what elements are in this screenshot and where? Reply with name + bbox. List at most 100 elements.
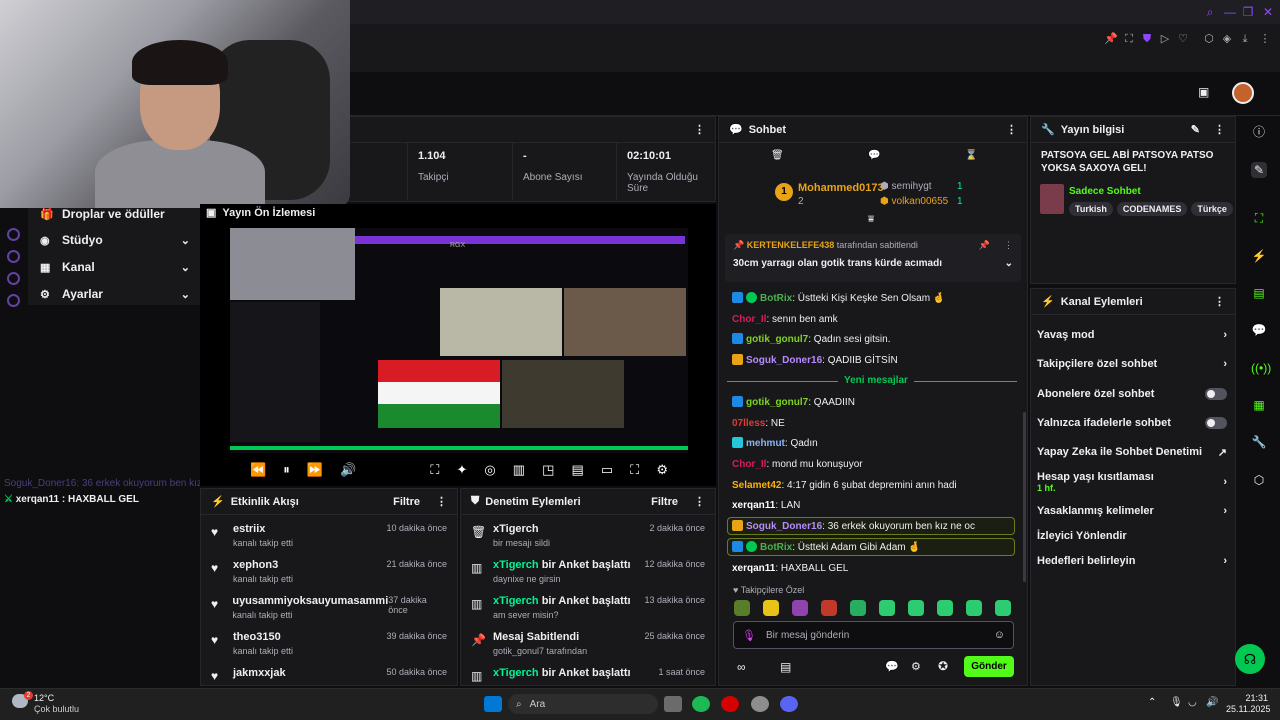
play-icon[interactable]: ▷ bbox=[1158, 32, 1172, 46]
crop-icon[interactable]: ⛶ bbox=[1251, 210, 1267, 226]
speaker-icon[interactable]: 🔊 bbox=[1206, 697, 1218, 708]
emote-icon[interactable] bbox=[937, 600, 953, 616]
rail-icon[interactable] bbox=[7, 272, 20, 285]
info-icon[interactable]: ⓘ bbox=[1251, 124, 1267, 140]
emote-icon[interactable] bbox=[879, 600, 895, 616]
action-followers-only[interactable]: Takipçilere özel sohbet › bbox=[1037, 354, 1227, 374]
stats-menu-icon[interactable]: ⋮ bbox=[694, 123, 705, 136]
chat-scrollbar[interactable] bbox=[1023, 412, 1026, 582]
file-explorer-icon[interactable] bbox=[664, 696, 682, 712]
pause-icon[interactable]: ⏸ bbox=[283, 462, 290, 478]
spotify-icon[interactable] bbox=[692, 696, 710, 712]
emote-icon[interactable] bbox=[995, 600, 1011, 616]
trash-icon[interactable]: 🗑 bbox=[771, 150, 784, 161]
shield-icon[interactable]: ⛊ bbox=[1140, 32, 1154, 46]
chat-icon[interactable]: 💬 bbox=[1251, 322, 1267, 338]
chat-message[interactable]: gotik_gonul7: QAADIIN bbox=[732, 396, 855, 409]
rail-icon[interactable] bbox=[7, 294, 20, 307]
tag[interactable]: Türkçe bbox=[1191, 202, 1233, 216]
emoji-icon[interactable]: ☺ bbox=[994, 629, 1005, 641]
discord-icon[interactable] bbox=[780, 696, 798, 712]
action-slow-mode[interactable]: Yavaş mod › bbox=[1037, 325, 1227, 345]
menu-dots-icon[interactable]: ⋮ bbox=[436, 495, 447, 508]
tag[interactable]: CODENAMES bbox=[1116, 202, 1188, 216]
emote-icon[interactable] bbox=[850, 600, 866, 616]
chat-message[interactable]: BotRix: Üstteki Adam Gibi Adam 🤞 bbox=[732, 541, 921, 554]
chat-message[interactable]: Selamet42: 4:17 gidin 6 şubat depremini … bbox=[732, 479, 957, 492]
action-ai-moderation[interactable]: Yapay Zeka ile Sohbet Denetimi ↗ bbox=[1037, 442, 1227, 462]
leaderboard-top-name[interactable]: Mohammed0173 bbox=[798, 182, 884, 194]
badge-icon[interactable]: ✪ bbox=[938, 659, 948, 673]
category-image[interactable] bbox=[1040, 184, 1064, 214]
activity-item[interactable]: ♥ uyusammiyoksauyumasammi kanalı takip ett… bbox=[201, 595, 457, 631]
support-button[interactable]: ☊ bbox=[1235, 644, 1265, 674]
progress-bar[interactable] bbox=[230, 446, 688, 450]
hourglass-icon[interactable]: ⌛ bbox=[965, 150, 977, 161]
preview-video[interactable]: RGX bbox=[230, 228, 688, 453]
chat-message[interactable]: xerqan11: HAXBALL GEL bbox=[732, 562, 848, 575]
chat-message[interactable]: xerqan11: LAN bbox=[732, 499, 800, 512]
minimize-icon[interactable]: — bbox=[1223, 5, 1237, 19]
moderation-item[interactable]: 📌 Mesaj Sabitlendi gotik_gonul7 tarafından… bbox=[461, 631, 715, 667]
pinned-message[interactable]: 📌 KERTENKELEFE438 tarafından sabitlendi … bbox=[725, 234, 1021, 282]
chat-bubble-icon[interactable]: 💬 bbox=[885, 660, 899, 673]
tag[interactable]: Turkish bbox=[1069, 202, 1113, 216]
wifi-icon[interactable]: ◡ bbox=[1188, 697, 1197, 708]
taskbar-search[interactable]: ⌕ Ara bbox=[508, 694, 658, 714]
chevron-up-icon[interactable]: ⌃ bbox=[1148, 697, 1156, 708]
volume-icon[interactable]: 🔊 bbox=[340, 462, 356, 478]
clock-date[interactable]: 25.11.2025 bbox=[1226, 704, 1270, 714]
emote-icon[interactable] bbox=[908, 600, 924, 616]
moderation-item[interactable]: ▥ xTigerch bir Anket başlattı am sever mis… bbox=[461, 595, 715, 631]
avatar[interactable] bbox=[1232, 82, 1254, 104]
activity-filter-button[interactable]: Filtre bbox=[393, 496, 420, 508]
emote-icon[interactable] bbox=[821, 600, 837, 616]
menu-dots-icon[interactable]: ⋮ bbox=[1214, 123, 1225, 136]
chat-message[interactable]: Soguk_Doner16: 36 erkek okuyorum ben kız… bbox=[732, 520, 975, 533]
expand-icon[interactable]: ⩸ bbox=[868, 214, 874, 225]
unpin-icon[interactable]: 📌 bbox=[979, 240, 990, 251]
forward-icon[interactable]: ⏩ bbox=[307, 462, 323, 478]
action-subs-only[interactable]: Abonelere özel sohbet bbox=[1037, 384, 1227, 404]
action-banned-words[interactable]: Yasaklanmış kelimeler › bbox=[1037, 501, 1227, 521]
chat-message[interactable]: Soguk_Doner16: QADIIB GİTSİN bbox=[732, 354, 898, 367]
emote-icon[interactable] bbox=[966, 600, 982, 616]
action-goals[interactable]: Hedefleri belirleyin › bbox=[1037, 551, 1227, 571]
nav-settings[interactable]: ⚙ Ayarlar ⌄ bbox=[40, 285, 190, 303]
download-icon[interactable]: ⤓ bbox=[1238, 32, 1252, 46]
category-name[interactable]: Sadece Sohbet bbox=[1069, 186, 1141, 197]
emote-icon[interactable] bbox=[763, 600, 779, 616]
edit-icon[interactable]: ✎ bbox=[1251, 162, 1267, 178]
emote-only-toggle[interactable] bbox=[1205, 417, 1227, 429]
mic-icon[interactable]: 🎙 bbox=[742, 629, 756, 642]
pin-icon[interactable]: 📌 bbox=[1104, 32, 1118, 46]
crop-icon[interactable]: ⛶ bbox=[1122, 32, 1136, 46]
sparkle-icon[interactable]: ✦ bbox=[456, 462, 467, 478]
nav-channel[interactable]: ▦ Kanal ⌄ bbox=[40, 258, 190, 276]
action-account-age[interactable]: Hesap yaşı kısıtlaması 1 hf. › bbox=[1037, 470, 1227, 494]
heart-icon[interactable]: ♡ bbox=[1176, 32, 1190, 46]
chevron-down-icon[interactable]: ⌄ bbox=[1005, 258, 1013, 269]
chat-message[interactable]: mehmut: Qadın bbox=[732, 437, 818, 450]
chat-message[interactable]: BotRix: Üstteki Kişi Keşke Sen Olsam 🤞 bbox=[732, 292, 945, 305]
crop-icon[interactable]: ⛶ bbox=[430, 462, 439, 478]
mic-icon[interactable]: 🎙 bbox=[1170, 697, 1183, 708]
rail-icon[interactable] bbox=[7, 228, 20, 241]
broadcast-icon[interactable]: ((•)) bbox=[1251, 360, 1271, 376]
chat-input[interactable]: 🎙 Bir mesaj gönderin ☺ bbox=[733, 621, 1014, 649]
chat-message[interactable]: 07lless: NE bbox=[732, 417, 785, 430]
search-icon[interactable]: ⌕ bbox=[1203, 5, 1217, 19]
chat-message[interactable]: gotik_gonul7: Qadın sesi gitsin. bbox=[732, 333, 891, 346]
gear-icon[interactable]: ⚙ bbox=[911, 660, 921, 673]
layout-icon[interactable]: ▦ bbox=[1251, 397, 1267, 413]
menu-dots-icon[interactable]: ⋮ bbox=[1006, 123, 1017, 136]
moderation-item[interactable]: 🗑 xTigerch bir mesajı sildi 2 dakika önce bbox=[461, 523, 715, 559]
rail-icon[interactable] bbox=[7, 250, 20, 263]
document-icon[interactable]: ▤ bbox=[1251, 285, 1267, 301]
opera-icon[interactable] bbox=[721, 696, 739, 712]
chat-message[interactable]: Chor_Il: mond mu konuşuyor bbox=[732, 458, 863, 471]
emote-icon[interactable] bbox=[792, 600, 808, 616]
edit-icon[interactable]: ✎ bbox=[1191, 123, 1200, 136]
close-icon[interactable]: ✕ bbox=[1261, 5, 1275, 19]
gear-icon[interactable]: ⚙ bbox=[656, 462, 668, 478]
